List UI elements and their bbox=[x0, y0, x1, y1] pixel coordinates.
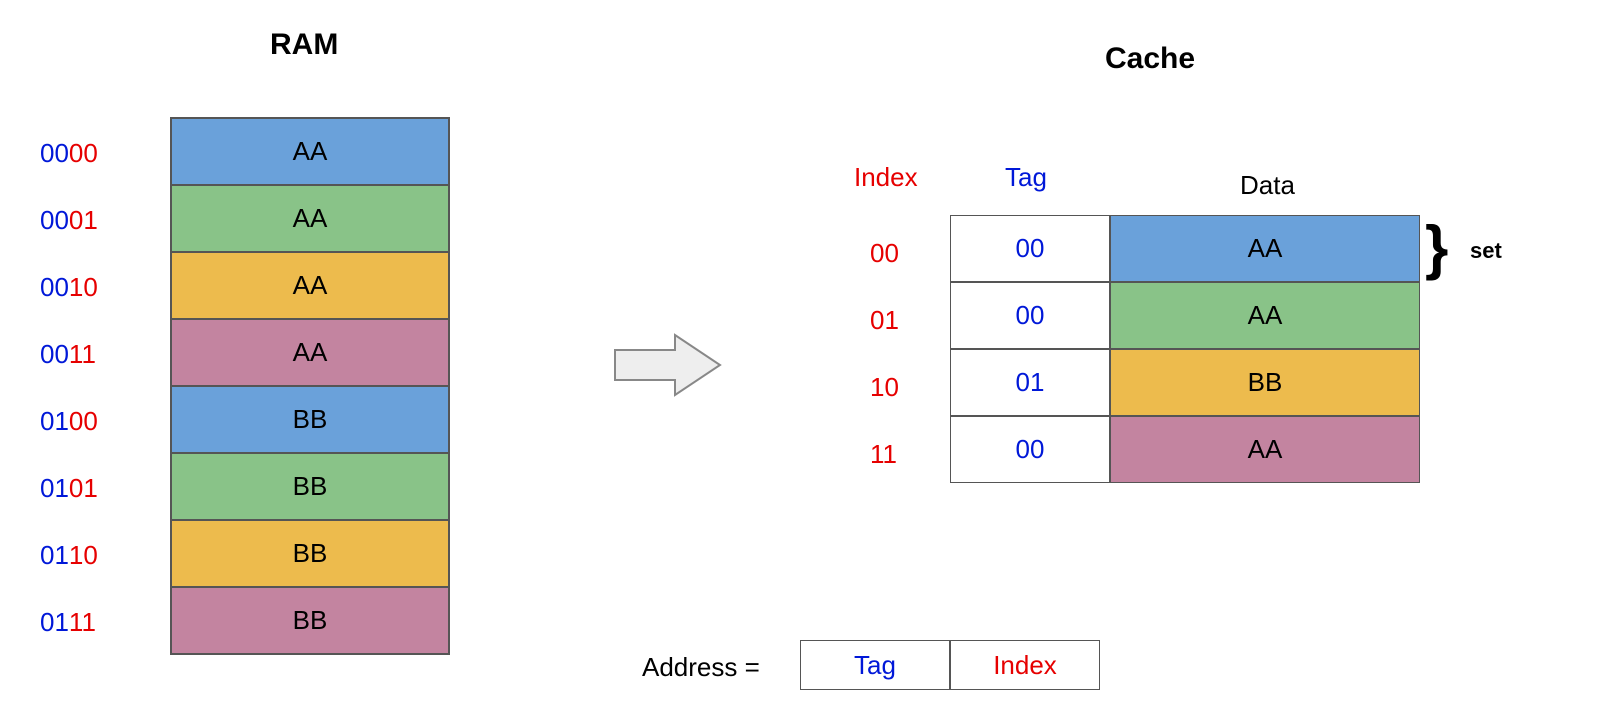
ram-row: AA bbox=[171, 118, 449, 185]
addr-index: 10 bbox=[69, 540, 98, 571]
cache-index: 01 bbox=[870, 287, 899, 354]
cache-header-data: Data bbox=[1240, 170, 1295, 201]
ram-row: BB bbox=[171, 520, 449, 587]
ram-row: AA bbox=[171, 319, 449, 386]
ram-address-column: 0000 0001 0010 0011 0100 0101 0110 0111 bbox=[40, 120, 98, 656]
addr-tag: 01 bbox=[40, 473, 69, 504]
ram-address: 0101 bbox=[40, 455, 98, 522]
addr-index: 01 bbox=[69, 473, 98, 504]
addr-index: 11 bbox=[69, 607, 96, 638]
cache-tag-cell: 00 bbox=[950, 215, 1110, 282]
address-label: Address = bbox=[642, 652, 760, 683]
cache-header-tag: Tag bbox=[1005, 162, 1047, 193]
cache-tag-cell: 00 bbox=[950, 416, 1110, 483]
addr-index: 00 bbox=[69, 406, 98, 437]
ram-address: 0110 bbox=[40, 522, 98, 589]
addr-tag: 00 bbox=[40, 138, 69, 169]
addr-tag: 01 bbox=[40, 406, 69, 437]
cache-tag-cell: 01 bbox=[950, 349, 1110, 416]
ram-row: AA bbox=[171, 252, 449, 319]
cache-data-cell: BB bbox=[1110, 349, 1420, 416]
addr-index: 10 bbox=[69, 272, 98, 303]
cache-tag-cell: 00 bbox=[950, 282, 1110, 349]
cache-data-column: AA AA BB AA bbox=[1110, 215, 1420, 483]
brace-icon: } bbox=[1425, 218, 1448, 278]
cache-title: Cache bbox=[1105, 42, 1195, 76]
cache-index-column: 00 01 10 11 bbox=[870, 220, 899, 488]
ram-address: 0000 bbox=[40, 120, 98, 187]
cache-index: 10 bbox=[870, 354, 899, 421]
ram-row: BB bbox=[171, 587, 449, 654]
set-label: set bbox=[1470, 238, 1502, 264]
ram-row: AA bbox=[171, 185, 449, 252]
addr-tag: 00 bbox=[40, 272, 69, 303]
cache-table: 00 00 01 00 AA AA BB AA bbox=[950, 215, 1420, 483]
address-box: Tag Index bbox=[800, 640, 1100, 690]
addr-tag: 00 bbox=[40, 205, 69, 236]
addr-tag: 00 bbox=[40, 339, 69, 370]
ram-title: RAM bbox=[270, 28, 338, 62]
addr-index: 11 bbox=[69, 339, 96, 370]
addr-index: 00 bbox=[69, 138, 98, 169]
ram-address: 0100 bbox=[40, 388, 98, 455]
ram-address: 0010 bbox=[40, 254, 98, 321]
ram-address: 0111 bbox=[40, 589, 98, 656]
cache-data-cell: AA bbox=[1110, 416, 1420, 483]
ram-address: 0011 bbox=[40, 321, 98, 388]
ram-table: AA AA AA AA BB BB BB BB bbox=[170, 117, 450, 655]
cache-header-index: Index bbox=[854, 162, 918, 193]
ram-row: BB bbox=[171, 453, 449, 520]
address-index-cell: Index bbox=[950, 640, 1100, 690]
cache-tag-column: 00 00 01 00 bbox=[950, 215, 1110, 483]
ram-address: 0001 bbox=[40, 187, 98, 254]
cache-data-cell: AA bbox=[1110, 215, 1420, 282]
address-tag-cell: Tag bbox=[800, 640, 950, 690]
addr-index: 01 bbox=[69, 205, 98, 236]
addr-tag: 01 bbox=[40, 607, 69, 638]
cache-index: 00 bbox=[870, 220, 899, 287]
cache-index: 11 bbox=[870, 421, 899, 488]
ram-row: BB bbox=[171, 386, 449, 453]
addr-tag: 01 bbox=[40, 540, 69, 571]
cache-data-cell: AA bbox=[1110, 282, 1420, 349]
arrow-icon bbox=[610, 325, 730, 405]
